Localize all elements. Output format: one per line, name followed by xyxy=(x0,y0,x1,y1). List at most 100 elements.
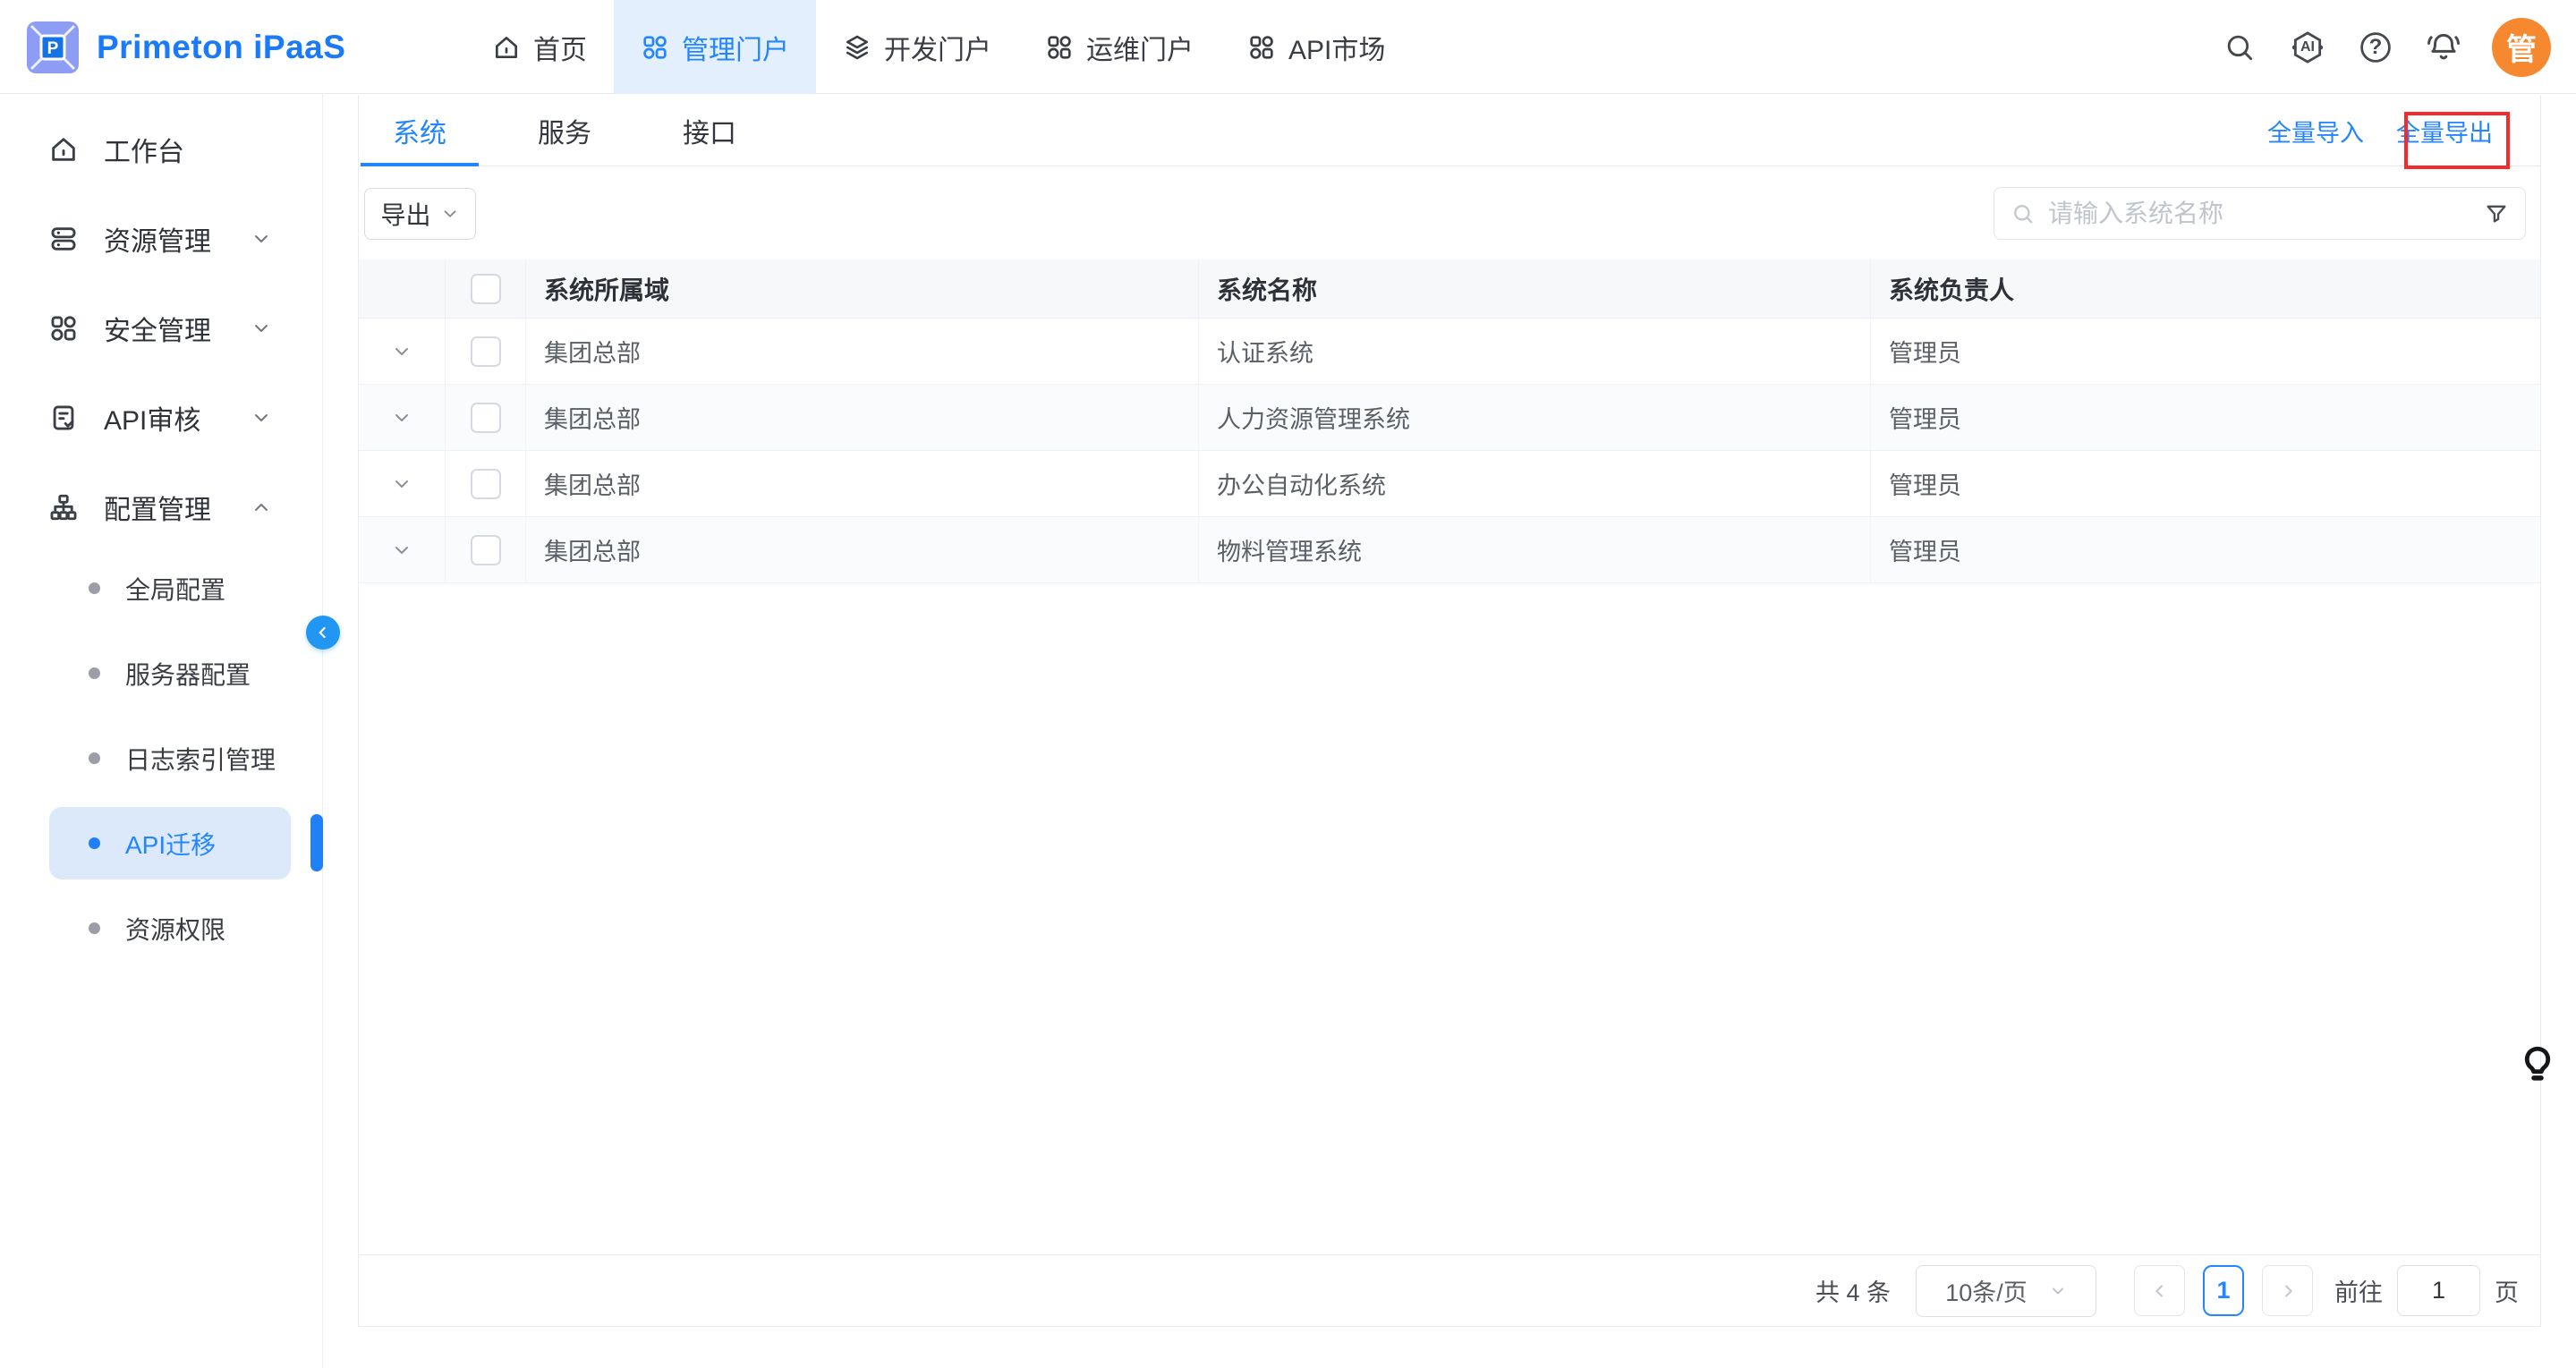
home-icon xyxy=(492,33,521,62)
row-expand-button[interactable] xyxy=(391,407,412,429)
table-row: 集团总部 办公自动化系统 管理员 xyxy=(359,451,2540,517)
table-row: 集团总部 认证系统 管理员 xyxy=(359,319,2540,385)
search-input[interactable] xyxy=(2048,200,2471,228)
tab-service[interactable]: 服务 xyxy=(506,95,624,166)
tab-actions: 全量导入 全量导出 xyxy=(2267,95,2493,166)
chevron-down-icon xyxy=(391,540,412,561)
row-checkbox[interactable] xyxy=(471,336,501,367)
nav-item-label: 管理门户 xyxy=(682,28,789,67)
row-expand-button[interactable] xyxy=(391,473,412,495)
bullet-icon xyxy=(89,922,100,934)
row-expand-button[interactable] xyxy=(391,540,412,561)
cell-domain: 集团总部 xyxy=(526,517,1199,582)
tab-interface[interactable]: 接口 xyxy=(650,95,769,166)
chevron-left-icon xyxy=(314,624,332,642)
cell-owner: 管理员 xyxy=(1871,451,2540,516)
goto-page-input[interactable] xyxy=(2397,1265,2480,1316)
select-all-cell xyxy=(446,259,526,318)
chevron-up-icon xyxy=(251,497,272,518)
help-button[interactable]: ? xyxy=(2356,28,2395,67)
sidebar-subitem-label: 日志索引管理 xyxy=(125,741,276,777)
ai-label: AI xyxy=(2288,28,2327,67)
cell-owner: 管理员 xyxy=(1871,385,2540,450)
sidebar-item-label: API审核 xyxy=(104,398,200,438)
goto-label: 前往 xyxy=(2334,1273,2383,1308)
user-avatar[interactable]: 管 xyxy=(2492,18,2551,77)
next-page-button[interactable] xyxy=(2262,1265,2313,1316)
system-search-box xyxy=(1994,187,2526,240)
chevron-left-icon xyxy=(2150,1281,2170,1301)
row-expand-button[interactable] xyxy=(391,341,412,362)
sidebar-subitem-log-index-mgmt[interactable]: 日志索引管理 xyxy=(49,722,291,794)
prev-page-button[interactable] xyxy=(2134,1265,2185,1316)
ai-assistant-button[interactable]: AI xyxy=(2288,28,2327,67)
chevron-down-icon xyxy=(391,407,412,429)
grid-icon xyxy=(641,33,669,62)
nav-item-label: 首页 xyxy=(533,28,587,67)
audit-doc-icon xyxy=(48,403,79,433)
svg-text:P: P xyxy=(47,39,59,58)
column-header-domain: 系统所属域 xyxy=(526,259,1199,318)
select-all-checkbox[interactable] xyxy=(471,274,501,304)
top-navigation: 首页 管理门户 开发门户 运维门户 API市场 xyxy=(465,0,1412,94)
page-size-select[interactable]: 10条/页 xyxy=(1916,1265,2096,1317)
nav-item-dev-portal[interactable]: 开发门户 xyxy=(816,0,1018,94)
chevron-right-icon xyxy=(2278,1281,2298,1301)
top-header: P Primeton iPaaS 首页 管理门户 开发门户 xyxy=(0,0,2576,94)
sidebar-item-resource-mgmt[interactable]: 资源管理 xyxy=(0,194,322,284)
sidebar-item-label: 工作台 xyxy=(104,130,184,169)
full-import-link[interactable]: 全量导入 xyxy=(2267,114,2364,149)
tab-system[interactable]: 系统 xyxy=(361,95,479,166)
nav-item-admin-portal[interactable]: 管理门户 xyxy=(614,0,816,94)
row-checkbox[interactable] xyxy=(471,469,501,499)
page-size-value: 10条/页 xyxy=(1945,1273,2028,1308)
sidebar-item-workbench[interactable]: 工作台 xyxy=(0,105,322,194)
full-export-link[interactable]: 全量导出 xyxy=(2396,114,2493,149)
export-button-label: 导出 xyxy=(380,196,430,232)
sidebar-subitem-global-config[interactable]: 全局配置 xyxy=(49,552,291,625)
sidebar-subitem-server-config[interactable]: 服务器配置 xyxy=(49,637,291,709)
notifications-button[interactable] xyxy=(2424,28,2463,67)
question-glyph: ? xyxy=(2356,28,2395,67)
cell-owner: 管理员 xyxy=(1871,319,2540,384)
search-icon xyxy=(2011,201,2036,226)
brand-logo-icon: P xyxy=(27,21,79,73)
sidebar-subitem-label: 服务器配置 xyxy=(125,656,251,692)
content-panel: 系统 服务 接口 全量导入 全量导出 导出 xyxy=(358,95,2541,1327)
nav-item-ops-portal[interactable]: 运维门户 xyxy=(1018,0,1220,94)
row-checkbox[interactable] xyxy=(471,535,501,565)
grid-icon xyxy=(1045,33,1074,62)
nav-item-api-market[interactable]: API市场 xyxy=(1220,0,1412,94)
chevron-down-icon xyxy=(391,341,412,362)
sidebar-item-label: 资源管理 xyxy=(104,219,211,259)
cell-name: 物料管理系统 xyxy=(1199,517,1871,582)
chevron-down-icon xyxy=(440,204,460,224)
sidebar-subitem-api-migration[interactable]: API迁移 xyxy=(49,807,291,879)
row-checkbox[interactable] xyxy=(471,403,501,433)
sidebar-item-security-mgmt[interactable]: 安全管理 xyxy=(0,284,322,373)
sidebar-item-config-mgmt[interactable]: 配置管理 xyxy=(0,463,322,552)
search-button[interactable] xyxy=(2220,28,2259,67)
column-header-owner: 系统负责人 xyxy=(1871,259,2540,318)
filter-icon[interactable] xyxy=(2484,201,2509,226)
layers-icon xyxy=(843,33,871,62)
brand-title: Primeton iPaaS xyxy=(97,29,345,66)
nav-item-home[interactable]: 首页 xyxy=(465,0,614,94)
sidebar-item-label: 配置管理 xyxy=(104,488,211,527)
chevron-down-icon xyxy=(391,473,412,495)
pagination-bar: 共 4 条 10条/页 1 前往 页 xyxy=(359,1254,2540,1326)
cell-owner: 管理员 xyxy=(1871,517,2540,582)
nav-item-label: API市场 xyxy=(1288,28,1385,67)
sidebar-item-api-review[interactable]: API审核 xyxy=(0,373,322,463)
tips-bulb-button[interactable] xyxy=(2518,1043,2557,1090)
sidebar-collapse-button[interactable] xyxy=(306,616,340,650)
export-dropdown-button[interactable]: 导出 xyxy=(364,188,476,240)
sidebar-subitem-resource-permission[interactable]: 资源权限 xyxy=(49,892,291,964)
sidebar-subitem-label: API迁移 xyxy=(125,826,216,862)
table-row: 集团总部 物料管理系统 管理员 xyxy=(359,517,2540,583)
cell-name: 认证系统 xyxy=(1199,319,1871,384)
chevron-down-icon xyxy=(251,228,272,250)
chevron-down-icon xyxy=(251,318,272,339)
grid-icon xyxy=(1247,33,1276,62)
page-number-button[interactable]: 1 xyxy=(2203,1265,2244,1316)
